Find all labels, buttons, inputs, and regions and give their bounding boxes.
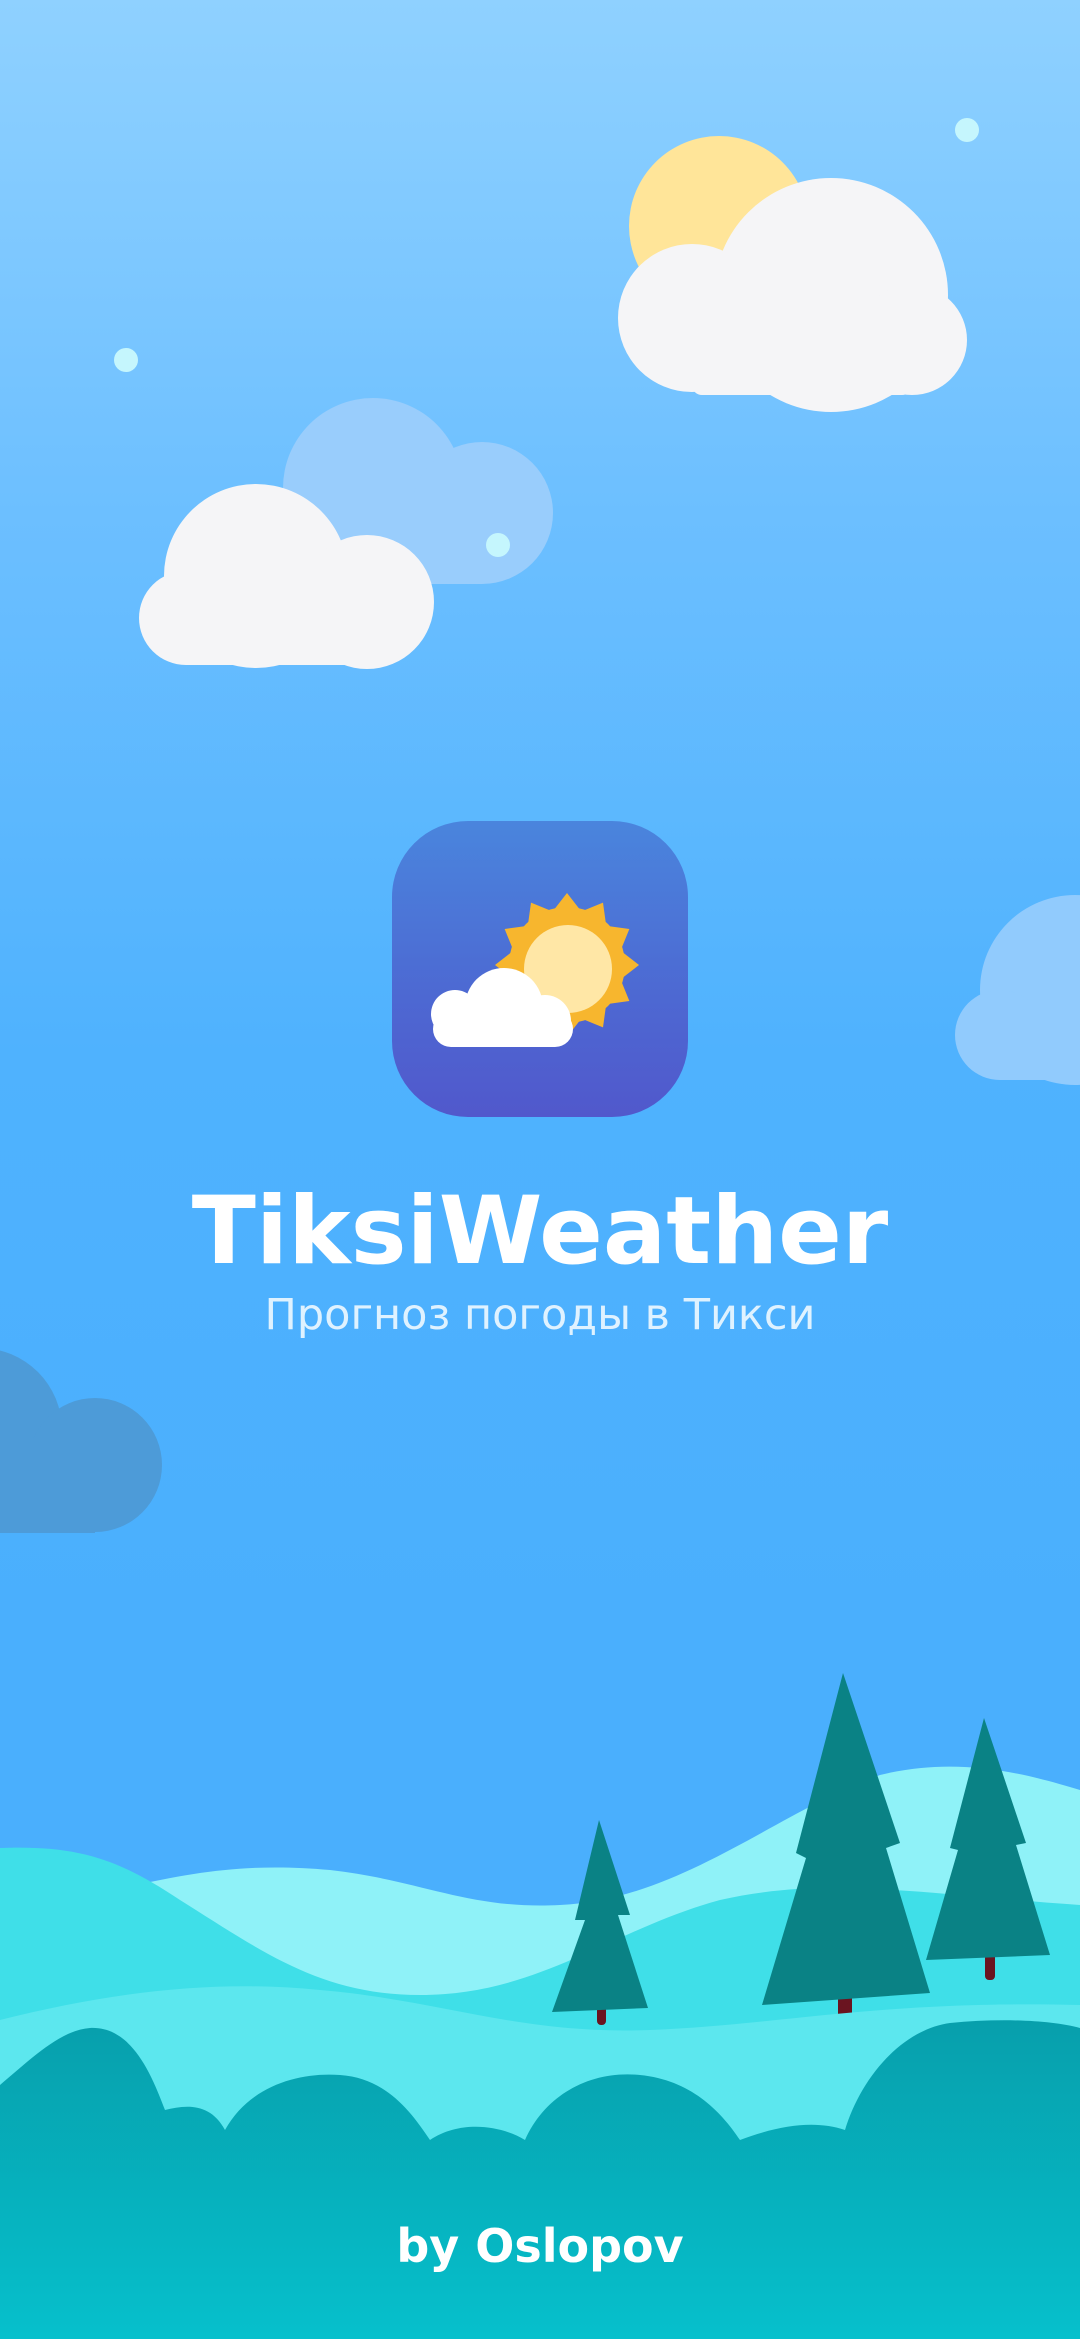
author-credit: by Oslopov <box>396 2219 684 2273</box>
landscape-illustration <box>0 1673 1080 2339</box>
splash-screen: TiksiWeather Прогноз погоды в Тикси by O… <box>0 0 1080 2339</box>
